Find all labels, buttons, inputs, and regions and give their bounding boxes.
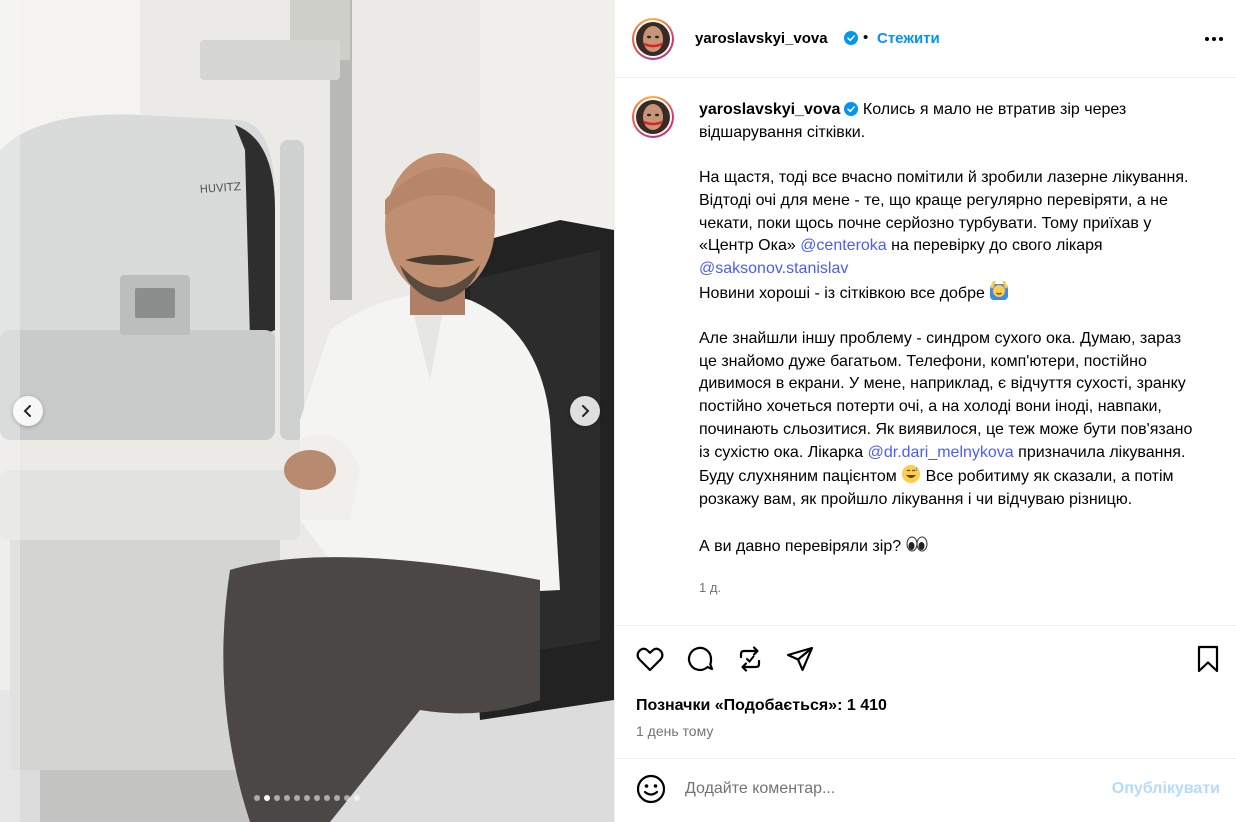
carousel-dot [354,795,360,801]
eyes-emoji-icon [906,536,928,552]
caption-text: Але знайшли іншу проблему - синдром сухо… [699,330,1193,461]
carousel-dot [324,795,330,801]
carousel-dot [344,795,350,801]
header-username[interactable]: yaroslavskyi_vova [695,30,828,47]
carousel-dot [284,795,290,801]
repost-icon[interactable] [735,644,765,674]
carousel-dot [304,795,310,801]
raising-hands-emoji-icon [990,280,1009,300]
post-date[interactable]: 1 день тому [636,723,713,739]
carousel-dot [314,795,320,801]
publish-button[interactable]: Опублікувати [1112,780,1220,798]
caption-username[interactable]: yaroslavskyi_vova [699,101,840,118]
photo-scene: HUVITZ [0,0,614,822]
post-photo: HUVITZ [0,0,614,822]
verified-badge-icon [844,102,859,116]
carousel-dots [0,795,614,801]
avatar[interactable] [632,18,674,60]
mention-link[interactable]: @centeroka [800,237,887,254]
avatar-image [636,100,670,134]
comment-bar: Опублікувати [615,758,1236,822]
caption-text: Новини хороші - із сітківкою все добре [699,284,990,302]
carousel-prev-button[interactable] [13,396,43,426]
carousel-next-button[interactable] [570,396,600,426]
chevron-right-icon [582,405,590,417]
mention-link[interactable]: @saksonov.stanislav [699,260,848,277]
post-sidebar: yaroslavskyi_vova • Стежити yaroslavskyi… [614,0,1236,822]
carousel-dot [254,795,260,801]
emoji-picker-icon[interactable] [635,773,667,805]
post-caption: yaroslavskyi_vova Колись я мало не втрат… [699,99,1199,559]
more-options-icon[interactable] [1203,28,1225,50]
carousel-dot [294,795,300,801]
mention-link[interactable]: @dr.dari_melnykova [868,444,1014,461]
share-paper-plane-icon[interactable] [785,644,815,674]
save-bookmark-icon[interactable] [1193,644,1223,674]
follow-button[interactable]: Стежити [877,30,940,47]
caption-area: yaroslavskyi_vova Колись я мало не втрат… [615,79,1236,625]
avatar-image [636,22,670,56]
comment-input[interactable] [685,777,1085,801]
chevron-left-icon [23,405,31,417]
carousel-dot [334,795,340,801]
caption-text: на перевірку до свого лікаря [886,237,1103,255]
header-separator: • [863,29,869,46]
like-heart-icon[interactable] [635,644,665,674]
caption-timestamp[interactable]: 1 д. [699,580,721,595]
carousel-dot [274,795,280,801]
carousel-dot [264,795,270,801]
caption-text: А ви давно перевіряли зір? [699,538,906,556]
verified-badge-icon [844,31,858,45]
caption-avatar[interactable] [632,96,674,138]
sweat-smile-emoji-icon [902,465,921,484]
likes-count[interactable]: Позначки «Подобається»: 1 410 [636,697,887,715]
post-header: yaroslavskyi_vova • Стежити [615,0,1236,78]
comment-bubble-icon[interactable] [685,644,715,674]
